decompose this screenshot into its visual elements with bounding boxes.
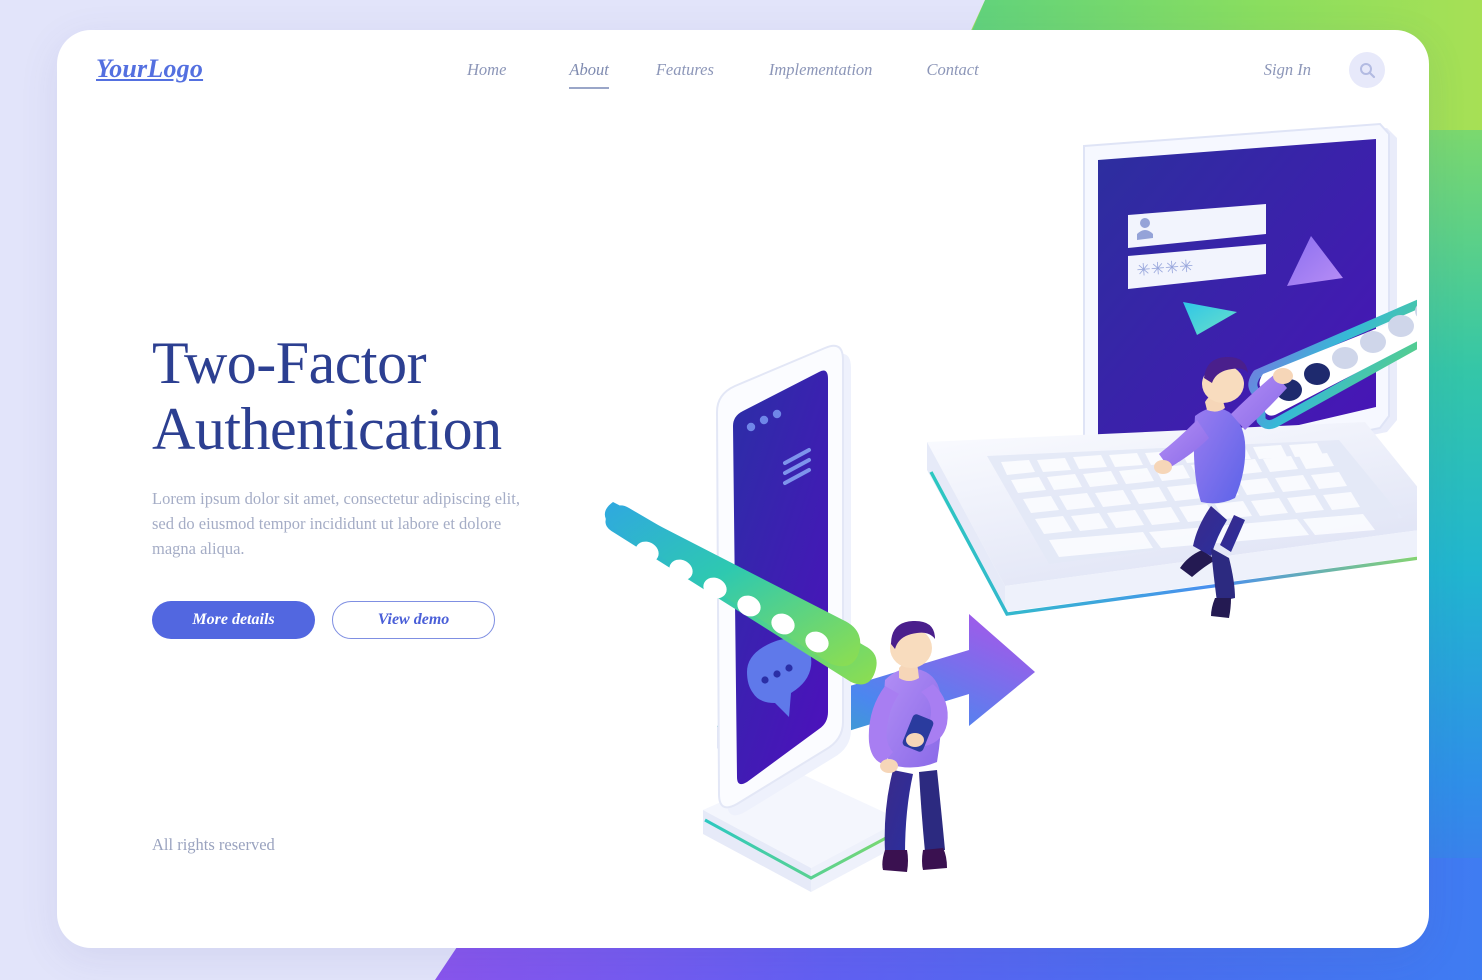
hero-section: Two-Factor Authentication Lorem ipsum do… xyxy=(152,330,612,640)
more-details-button[interactable]: More details xyxy=(152,601,315,640)
nav-item-features[interactable]: Features xyxy=(656,60,714,87)
person1-hand-right xyxy=(906,733,924,747)
laptop-device: ✳✳✳✳ xyxy=(927,122,1417,616)
phone-device: SMS xyxy=(604,344,902,892)
person2-hand-up xyxy=(1273,368,1293,384)
person1-shoe-right xyxy=(922,848,947,870)
site-header: YourLogo Home About Features Implementat… xyxy=(57,30,1429,120)
otp-dot-filled xyxy=(1304,363,1330,385)
main-navigation: Home About Features Implementation Conta… xyxy=(467,60,979,89)
illustration-svg: ✳✳✳✳ xyxy=(604,122,1417,892)
person1-hand-left xyxy=(880,759,898,773)
two-factor-illustration: ✳✳✳✳ xyxy=(597,120,1417,920)
person2-hand-down xyxy=(1154,460,1172,474)
person2-shoe-front xyxy=(1211,598,1231,618)
page-title-line-1: Two-Factor xyxy=(152,330,427,396)
nav-item-implementation[interactable]: Implementation xyxy=(769,60,873,87)
nav-item-contact[interactable]: Contact xyxy=(926,60,978,87)
page-title-line-2: Authentication xyxy=(152,396,502,462)
landing-card: YourLogo Home About Features Implementat… xyxy=(57,30,1429,948)
hero-button-row: More details View demo xyxy=(152,601,612,640)
otp-dot-empty xyxy=(1360,331,1386,353)
nav-item-about[interactable]: About xyxy=(569,60,609,89)
person1-shoe-left xyxy=(882,850,908,872)
sign-in-link[interactable]: Sign In xyxy=(1264,60,1311,80)
hero-paragraph: Lorem ipsum dolor sit amet, consectetur … xyxy=(152,489,520,559)
person2-torso xyxy=(1193,407,1246,504)
otp-dot-empty xyxy=(1332,347,1358,369)
brand-logo[interactable]: YourLogo xyxy=(96,54,203,84)
search-icon xyxy=(1359,62,1375,78)
search-button[interactable] xyxy=(1349,52,1385,88)
page-title: Two-Factor Authentication xyxy=(152,330,612,462)
page-root: YourLogo Home About Features Implementat… xyxy=(0,0,1482,980)
copyright-text: All rights reserved xyxy=(152,835,275,854)
user-icon xyxy=(1140,218,1150,228)
nav-item-home[interactable]: Home xyxy=(467,60,506,87)
person1-leg-left xyxy=(884,770,913,854)
person1-leg-right xyxy=(919,770,945,852)
otp-dot-empty xyxy=(1388,315,1414,337)
view-demo-button[interactable]: View demo xyxy=(332,601,495,640)
